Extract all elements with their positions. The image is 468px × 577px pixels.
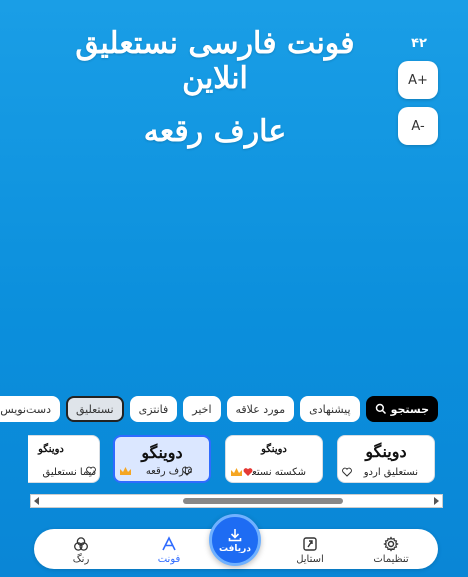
horizontal-scrollbar[interactable] bbox=[30, 494, 443, 508]
search-icon bbox=[375, 403, 386, 415]
font-card[interactable]: دوینگو نستعلیق اردو bbox=[337, 435, 435, 483]
app-screen: فونت فارسی نستعلیق انلاین عارف رقعه ۴۲ A… bbox=[0, 0, 468, 577]
scroll-right-arrow-icon[interactable] bbox=[434, 497, 439, 505]
tab-fantasy[interactable]: فانتزی bbox=[129, 396, 178, 422]
font-sample: دوینگو bbox=[261, 444, 287, 455]
preview-text-line-2: عارف رقعه bbox=[143, 114, 287, 149]
tab-favorites[interactable]: مورد علاقه bbox=[226, 396, 295, 422]
font-card[interactable]: دوینگو دیما نستعلیق bbox=[28, 435, 100, 483]
font-card[interactable]: دوینگو شکسته نستعلیق bbox=[225, 435, 323, 483]
increase-size-button[interactable]: A+ bbox=[398, 61, 438, 99]
nav-color[interactable]: رنگ bbox=[46, 532, 116, 568]
decrease-size-button[interactable]: A- bbox=[398, 107, 438, 145]
nav-settings-label: تنظیمات bbox=[373, 553, 409, 565]
style-icon bbox=[303, 536, 317, 551]
font-sample: دوینگو bbox=[141, 443, 183, 462]
crown-icon bbox=[120, 467, 131, 475]
font-size-value: ۴۲ bbox=[411, 36, 427, 51]
font-name: شکسته نستعلیق bbox=[252, 467, 306, 478]
tab-nastaliq[interactable]: نستعلیق bbox=[65, 396, 124, 422]
font-sample: دوینگو bbox=[365, 442, 407, 461]
heart-outline-icon[interactable] bbox=[182, 466, 192, 476]
nav-style-label: استایل bbox=[296, 553, 324, 565]
scrollbar-thumb[interactable] bbox=[183, 498, 343, 504]
download-label: دریافت bbox=[219, 543, 251, 554]
tab-handwriting[interactable]: دست‌نویس bbox=[0, 396, 60, 422]
search-button[interactable]: جستجو bbox=[365, 396, 438, 422]
font-list: دوینگو نستعلیق اردو دوینگو شکسته نستعلیق… bbox=[28, 435, 438, 485]
heart-outline-icon[interactable] bbox=[342, 467, 352, 477]
crown-icon bbox=[231, 468, 242, 476]
heart-outline-icon[interactable] bbox=[86, 466, 96, 476]
font-icon bbox=[162, 535, 176, 550]
nav-settings[interactable]: تنظیمات bbox=[356, 532, 426, 568]
font-name: نستعلیق اردو bbox=[363, 467, 418, 478]
nav-font[interactable]: فونت bbox=[134, 532, 204, 568]
preview-text-line-1: فونت فارسی نستعلیق انلاین bbox=[75, 26, 355, 96]
font-sample: دوینگو bbox=[38, 444, 64, 455]
gear-icon bbox=[383, 535, 399, 552]
nav-font-label: فونت bbox=[157, 553, 181, 565]
tab-suggested[interactable]: پیشنهادی bbox=[300, 396, 360, 422]
font-card-selected[interactable]: دوینگو عارف رقعه bbox=[113, 435, 211, 483]
download-icon bbox=[228, 528, 242, 541]
nav-style[interactable]: استایل bbox=[275, 532, 345, 568]
scroll-left-arrow-icon[interactable] bbox=[34, 497, 39, 505]
heart-filled-icon[interactable] bbox=[243, 467, 253, 477]
category-tabs: جستجو پیشنهادی مورد علاقه اخیر فانتزی نس… bbox=[0, 395, 438, 423]
color-circles-icon bbox=[74, 536, 88, 551]
download-button[interactable]: دریافت bbox=[209, 514, 261, 566]
search-label: جستجو bbox=[390, 402, 429, 416]
nav-color-label: رنگ bbox=[72, 553, 90, 565]
tab-recent[interactable]: اخیر bbox=[183, 396, 221, 422]
